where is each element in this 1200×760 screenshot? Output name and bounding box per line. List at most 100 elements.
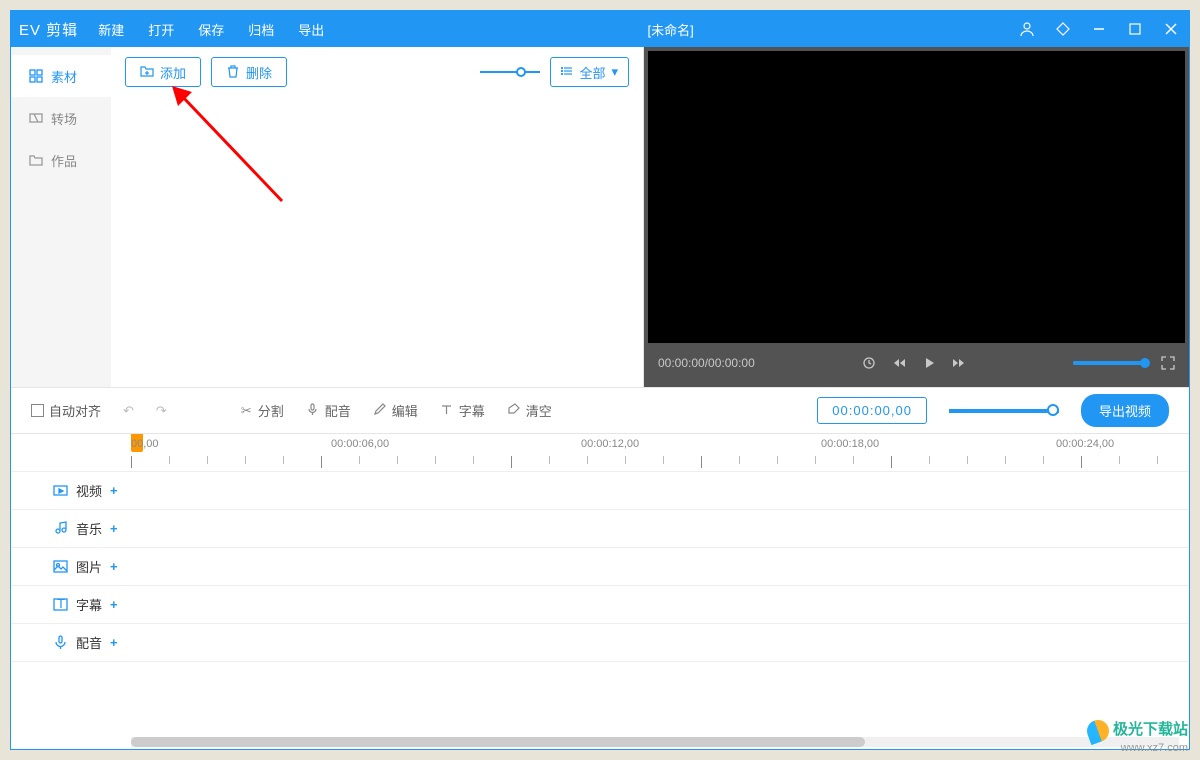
undo-icon[interactable]: ↶	[123, 403, 134, 419]
upper-area: 素材 转场 作品 添加 删除	[11, 47, 1189, 387]
tool-subtitle[interactable]: 字幕	[440, 401, 485, 420]
voice-icon	[53, 635, 68, 650]
track-header: 图片+	[11, 557, 131, 576]
tool-voiceover[interactable]: 配音	[306, 401, 351, 420]
timeline: 00,0000:00:06,0000:00:12,0000:00:18,0000…	[11, 433, 1189, 749]
ruler-tick	[245, 456, 246, 464]
titlebar: EV 剪辑 新建 打开 保存 归档 导出 [未命名]	[11, 11, 1189, 47]
side-tab-works[interactable]: 作品	[11, 139, 111, 181]
app-logo: EV 剪辑	[19, 19, 78, 40]
fullscreen-icon[interactable]	[1161, 356, 1175, 370]
thumbnail-size-slider[interactable]	[480, 65, 540, 79]
menu-save[interactable]: 保存	[198, 20, 224, 39]
preview-controls: 00:00:00/00:00:00	[648, 343, 1185, 383]
checkbox-icon	[31, 404, 44, 417]
trash-icon	[226, 64, 240, 81]
maximize-icon[interactable]	[1125, 19, 1145, 39]
folder-icon	[29, 153, 43, 167]
auto-align-checkbox[interactable]: 自动对齐	[31, 401, 101, 420]
svg-text:T: T	[57, 597, 65, 611]
export-video-button[interactable]: 导出视频	[1081, 394, 1169, 427]
chevron-down-icon: ▾	[611, 64, 618, 80]
ruler-tick	[435, 456, 436, 464]
tool-split[interactable]: ✂分割	[241, 401, 284, 420]
tool-label: 配音	[325, 401, 351, 420]
rhombus-icon[interactable]	[1053, 19, 1073, 39]
watermark-title: 极光下载站	[1113, 721, 1188, 738]
track-row[interactable]: 图片+	[11, 548, 1189, 586]
side-tab-label: 素材	[51, 67, 77, 86]
auto-align-label: 自动对齐	[49, 401, 101, 420]
ruler-tick	[131, 456, 132, 468]
delete-button-label: 删除	[246, 63, 272, 82]
side-tabs: 素材 转场 作品	[11, 47, 111, 387]
horizontal-scrollbar[interactable]	[131, 737, 1179, 747]
minimize-icon[interactable]	[1089, 19, 1109, 39]
scissors-icon: ✂	[241, 403, 252, 419]
tool-label: 清空	[526, 401, 552, 420]
ruler-tick	[967, 456, 968, 464]
ruler-tick	[1081, 456, 1082, 468]
ruler-tick	[777, 456, 778, 464]
ruler-tick	[283, 456, 284, 464]
ruler-label: 00:00:18,00	[821, 438, 879, 450]
side-tab-material[interactable]: 素材	[11, 55, 111, 97]
forward-icon[interactable]	[952, 356, 966, 370]
add-track-item[interactable]: +	[110, 635, 118, 650]
filter-dropdown[interactable]: 全部 ▾	[550, 57, 629, 87]
rewind-icon[interactable]	[892, 356, 906, 370]
ruler-tick	[1157, 456, 1158, 464]
add-track-item[interactable]: +	[110, 483, 118, 498]
tool-label: 字幕	[459, 401, 485, 420]
volume-slider[interactable]	[1073, 361, 1145, 365]
track-row[interactable]: 配音+	[11, 624, 1189, 662]
track-row[interactable]: 音乐+	[11, 510, 1189, 548]
image-icon	[53, 559, 68, 574]
track-header: T字幕+	[11, 595, 131, 614]
menu-new[interactable]: 新建	[98, 20, 124, 39]
video-icon	[53, 483, 68, 498]
add-track-item[interactable]: +	[110, 597, 118, 612]
window-controls	[1017, 19, 1181, 39]
ruler-tick	[359, 456, 360, 464]
watermark: 极光下载站 www.xz7.com	[1087, 718, 1188, 754]
track-list: 视频+音乐+图片+T字幕+配音+	[11, 472, 1189, 662]
mic-icon	[306, 403, 319, 419]
folder-plus-icon	[140, 64, 154, 81]
ruler-tick	[473, 456, 474, 464]
media-toolbar: 添加 删除 全部 ▾	[125, 57, 629, 87]
loop-icon[interactable]	[862, 356, 876, 370]
add-track-item[interactable]: +	[110, 559, 118, 574]
menu-archive[interactable]: 归档	[248, 20, 274, 39]
timeline-position[interactable]: 00:00:00,00	[817, 397, 927, 424]
document-title: [未命名]	[324, 20, 1017, 39]
play-icon[interactable]	[922, 356, 936, 370]
redo-icon[interactable]: ↷	[156, 403, 167, 419]
grid-icon	[29, 69, 43, 83]
delete-button[interactable]: 删除	[211, 57, 287, 87]
ruler-tick	[549, 456, 550, 464]
preview-viewport[interactable]	[648, 51, 1185, 343]
track-row[interactable]: T字幕+	[11, 586, 1189, 624]
transition-icon	[29, 111, 43, 125]
watermark-icon	[1084, 717, 1112, 745]
track-row[interactable]: 视频 +	[11, 472, 1189, 510]
close-icon[interactable]	[1161, 19, 1181, 39]
ruler-tick	[1043, 456, 1044, 464]
add-button[interactable]: 添加	[125, 57, 201, 87]
tool-edit[interactable]: 编辑	[373, 401, 418, 420]
timeline-ruler[interactable]: 00,0000:00:06,0000:00:12,0000:00:18,0000…	[11, 434, 1189, 472]
add-track-item[interactable]: +	[110, 521, 118, 536]
track-label: 视频	[76, 481, 102, 500]
ruler-label: 00,00	[131, 438, 159, 450]
timeline-toolbar: 自动对齐 ↶ ↷ ✂分割 配音 编辑 字幕 清空 00:00:00,00 导出视…	[11, 387, 1189, 433]
zoom-slider[interactable]	[949, 409, 1059, 413]
menu-export[interactable]: 导出	[298, 20, 324, 39]
side-tab-label: 作品	[51, 151, 77, 170]
ruler-label: 00:00:24,00	[1056, 438, 1114, 450]
user-icon[interactable]	[1017, 19, 1037, 39]
tool-clear[interactable]: 清空	[507, 401, 552, 420]
menu-open[interactable]: 打开	[148, 20, 174, 39]
side-tab-transition[interactable]: 转场	[11, 97, 111, 139]
ruler-tick	[1119, 456, 1120, 464]
